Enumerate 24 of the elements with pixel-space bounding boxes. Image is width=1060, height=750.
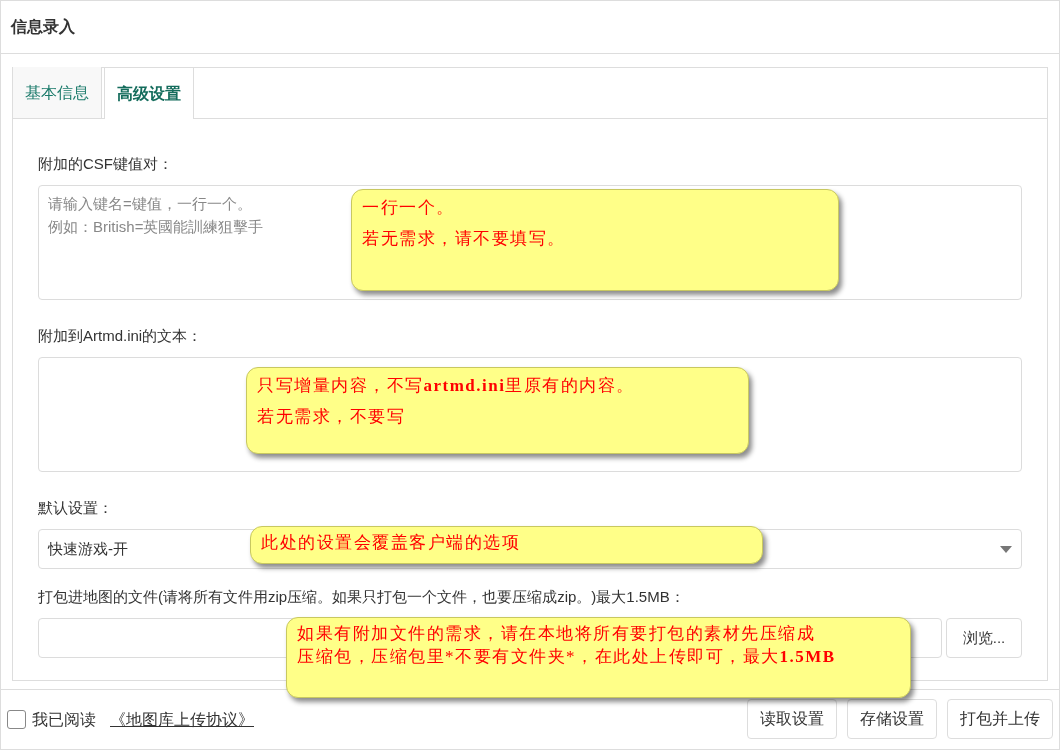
tab[interactable]: 基本信息	[13, 67, 102, 118]
agree-label: 我已阅读	[32, 709, 96, 730]
browse-button[interactable]: 浏览...	[946, 618, 1022, 658]
text-area[interactable]	[38, 357, 1022, 472]
note-text: 一行一个。	[362, 197, 456, 219]
footer-button[interactable]: 存储设置	[847, 698, 937, 739]
footer-button[interactable]: 读取设置	[747, 698, 837, 739]
note-text: 若无需求，不要写	[257, 406, 406, 428]
field-label: 附加到Artmd.ini的文本：	[38, 326, 204, 346]
note-text: 如果有附加文件的需求，请在本地将所有要打包的素材先压缩成	[297, 623, 816, 645]
field-label: 附加的CSF键值对：	[38, 154, 174, 174]
agree-checkbox[interactable]	[7, 710, 26, 729]
select-value: 快速游戏-开	[48, 538, 128, 559]
note-text: 若无需求，请不要填写。	[362, 228, 567, 250]
note-text: 此处的设置会覆盖客户端的选项	[261, 532, 521, 554]
caret-icon	[1000, 545, 1012, 553]
footer-button[interactable]: 打包并上传	[947, 698, 1053, 739]
agreement-link[interactable]: 《地图库上传协议》	[110, 707, 254, 732]
note-text: 只写增量内容，不写artmd.ini里原有的内容。	[257, 375, 636, 397]
note-text: 压缩包，压缩包里*不要有文件夹*，在此处上传即可，最大1.5MB	[297, 646, 837, 668]
field-label: 打包进地图的文件(请将所有文件用zip压缩。如果只打包一个文件，也要压缩成zip。)最大1.5MB：	[38, 587, 686, 607]
field-label: 默认设置：	[38, 498, 114, 518]
tab[interactable]: 高级设置	[104, 68, 194, 119]
window-title: 信息录入	[11, 17, 75, 37]
